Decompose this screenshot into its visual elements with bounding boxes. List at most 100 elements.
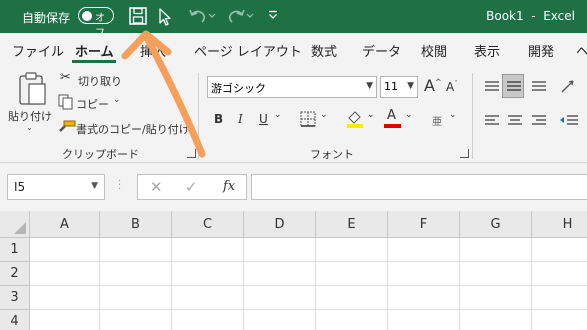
title-bar: 自動保存 オフ Book1 - Excel xyxy=(0,0,587,39)
redo-icon[interactable] xyxy=(226,8,254,30)
row-header-2[interactable]: 2 xyxy=(0,262,30,286)
column-header-g[interactable]: G xyxy=(460,211,532,238)
phonetic-dropdown-icon[interactable]: ⌄ xyxy=(449,110,457,120)
borders-dropdown-icon[interactable]: ⌄ xyxy=(320,110,328,120)
autosave-toggle[interactable]: オフ xyxy=(78,7,114,39)
cursor-icon[interactable] xyxy=(157,7,173,29)
formula-input[interactable] xyxy=(251,174,587,200)
tab-file[interactable]: ファイル xyxy=(12,41,64,60)
tab-data[interactable]: データ xyxy=(362,41,401,60)
customize-qat-icon[interactable] xyxy=(268,10,278,32)
column-header-c[interactable]: C xyxy=(172,211,244,238)
formula-bar: I5 ▼ · · · ✕ ✓ fx xyxy=(0,163,587,211)
orientation-icon[interactable] xyxy=(559,77,579,99)
italic-button[interactable]: I xyxy=(238,112,243,126)
font-color-dropdown-icon[interactable]: ⌄ xyxy=(405,110,413,120)
enter-icon[interactable]: ✓ xyxy=(185,178,198,196)
undo-icon[interactable] xyxy=(188,8,216,30)
ribbon-home: 貼り付け ⌄ ✂ 切り取り コピー ⌄ 書式のコピー/貼り付け クリップボード … xyxy=(0,65,587,163)
tab-insert[interactable]: 挿入 xyxy=(140,41,166,60)
worksheet-grid[interactable]: A B C D E F G H 1 2 3 4 xyxy=(0,211,587,330)
gridline xyxy=(30,261,587,262)
fill-color-icon[interactable] xyxy=(345,109,365,133)
cut-label[interactable]: 切り取り xyxy=(78,73,122,89)
font-name-value: 游ゴシック xyxy=(211,82,266,95)
window-title: Book1 - Excel xyxy=(486,9,575,23)
chevron-down-icon: ▼ xyxy=(366,81,373,91)
shrink-font-button[interactable]: Aˇ xyxy=(446,80,458,94)
paste-label[interactable]: 貼り付け xyxy=(8,108,52,124)
format-painter-label[interactable]: 書式のコピー/貼り付け xyxy=(76,121,190,137)
grow-font-icon: A xyxy=(424,76,435,95)
underline-button[interactable]: U xyxy=(259,112,268,126)
copy-icon[interactable] xyxy=(58,94,74,114)
formula-buttons: ✕ ✓ fx xyxy=(137,174,247,200)
align-center-icon[interactable] xyxy=(507,113,523,132)
align-bottom-icon[interactable] xyxy=(531,79,547,98)
copy-dropdown-icon[interactable]: ⌄ xyxy=(113,95,121,105)
decrease-indent-icon[interactable] xyxy=(559,113,579,132)
tab-more[interactable]: ヘ xyxy=(576,41,587,60)
column-header-e[interactable]: E xyxy=(316,211,388,238)
row-header-1[interactable]: 1 xyxy=(0,238,30,262)
gridline xyxy=(243,238,244,330)
paste-dropdown-icon[interactable]: ⌄ xyxy=(26,123,33,132)
gridline xyxy=(531,238,532,330)
column-header-h[interactable]: H xyxy=(532,211,587,238)
font-group-label: フォント xyxy=(310,148,354,161)
gridline xyxy=(387,238,388,330)
cut-icon[interactable]: ✂ xyxy=(60,70,71,85)
underline-dropdown-icon[interactable]: ⌄ xyxy=(274,110,282,120)
column-header-f[interactable]: F xyxy=(388,211,460,238)
borders-icon[interactable] xyxy=(300,111,316,131)
gridline xyxy=(30,309,587,310)
column-header-a[interactable]: A xyxy=(30,211,100,238)
group-separator xyxy=(198,73,199,159)
resize-handle-icon[interactable]: · · · xyxy=(118,177,121,195)
gridline xyxy=(99,238,100,330)
font-name-select[interactable]: 游ゴシック ▼ xyxy=(207,76,377,98)
cancel-icon[interactable]: ✕ xyxy=(150,178,163,196)
align-left-icon[interactable] xyxy=(484,113,500,132)
bold-button[interactable]: B xyxy=(214,112,223,126)
select-all-button[interactable] xyxy=(0,211,30,238)
font-color-swatch xyxy=(384,124,401,128)
tab-page-layout[interactable]: ページ レイアウト xyxy=(194,41,302,60)
toggle-knob xyxy=(82,10,92,21)
excel-window: 自動保存 オフ Book1 - Excel ファイル ホーム 挿入 ページ レイ… xyxy=(0,0,587,330)
font-color-icon[interactable]: A xyxy=(383,108,403,129)
autosave-label: 自動保存 xyxy=(22,11,71,25)
copy-label[interactable]: コピー xyxy=(76,96,109,112)
name-box[interactable]: I5 ▼ xyxy=(7,174,105,200)
format-painter-icon[interactable] xyxy=(58,119,76,138)
group-separator xyxy=(472,73,473,159)
tab-view[interactable]: 表示 xyxy=(474,41,500,60)
tab-formulas[interactable]: 数式 xyxy=(311,41,337,60)
clipboard-launcher-icon[interactable] xyxy=(187,149,196,158)
font-color-letter-icon: A xyxy=(387,108,396,123)
name-box-value: I5 xyxy=(14,180,26,194)
font-size-value: 11 xyxy=(384,80,398,93)
align-right-icon[interactable] xyxy=(531,113,547,132)
grow-font-button[interactable]: A^ xyxy=(424,76,442,95)
gridline xyxy=(30,285,587,286)
save-icon[interactable] xyxy=(128,6,148,28)
phonetic-guide-icon[interactable]: 亜 xyxy=(432,113,442,128)
tab-developer[interactable]: 開発 xyxy=(528,41,554,60)
tab-home[interactable]: ホーム xyxy=(75,41,114,60)
gridline xyxy=(315,238,316,330)
font-launcher-icon[interactable] xyxy=(460,149,469,158)
column-header-d[interactable]: D xyxy=(244,211,316,238)
chevron-down-icon: ▼ xyxy=(407,81,414,91)
row-header-4[interactable]: 4 xyxy=(0,310,30,330)
fill-color-dropdown-icon[interactable]: ⌄ xyxy=(367,110,375,120)
chevron-down-icon: ▼ xyxy=(91,181,98,191)
tab-review[interactable]: 校閲 xyxy=(421,41,447,60)
align-middle-button[interactable] xyxy=(502,74,524,98)
insert-function-icon[interactable]: fx xyxy=(223,179,235,194)
row-header-3[interactable]: 3 xyxy=(0,286,30,310)
font-size-select[interactable]: 11 ▼ xyxy=(380,76,418,98)
align-top-icon[interactable] xyxy=(484,79,500,98)
paste-icon[interactable] xyxy=(15,71,49,107)
column-header-b[interactable]: B xyxy=(100,211,172,238)
